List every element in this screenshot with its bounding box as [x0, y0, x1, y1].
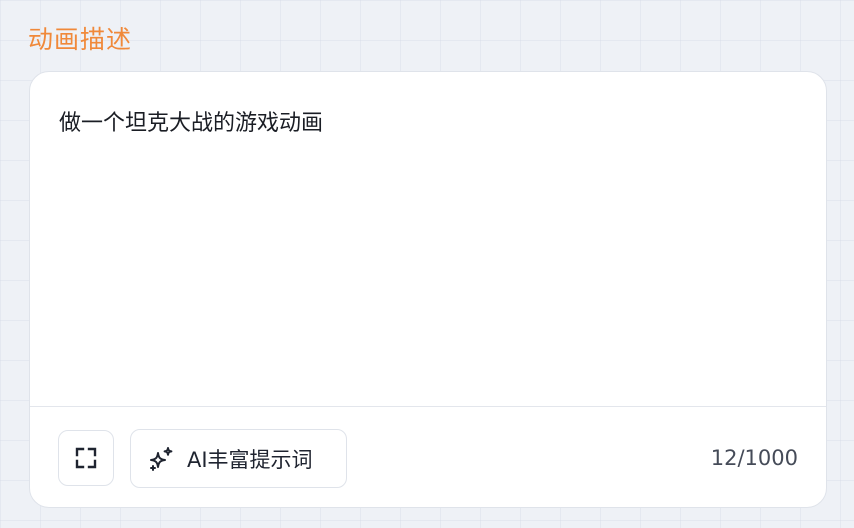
section-title: 动画描述 — [28, 25, 133, 54]
prompt-textarea[interactable]: 做一个坦克大战的游戏动画 — [59, 108, 799, 140]
prompt-footer: AI丰富提示词 12/1000 — [30, 406, 826, 507]
prompt-card: 做一个坦克大战的游戏动画 AI丰富提示词 12/1000 — [29, 71, 827, 508]
ai-enrich-prompt-button[interactable]: AI丰富提示词 — [130, 429, 347, 488]
expand-button[interactable] — [58, 430, 114, 486]
expand-icon — [75, 447, 97, 469]
sparkles-icon — [147, 445, 175, 473]
character-count: 12/1000 — [710, 446, 798, 470]
ai-enrich-prompt-label: AI丰富提示词 — [187, 447, 313, 472]
